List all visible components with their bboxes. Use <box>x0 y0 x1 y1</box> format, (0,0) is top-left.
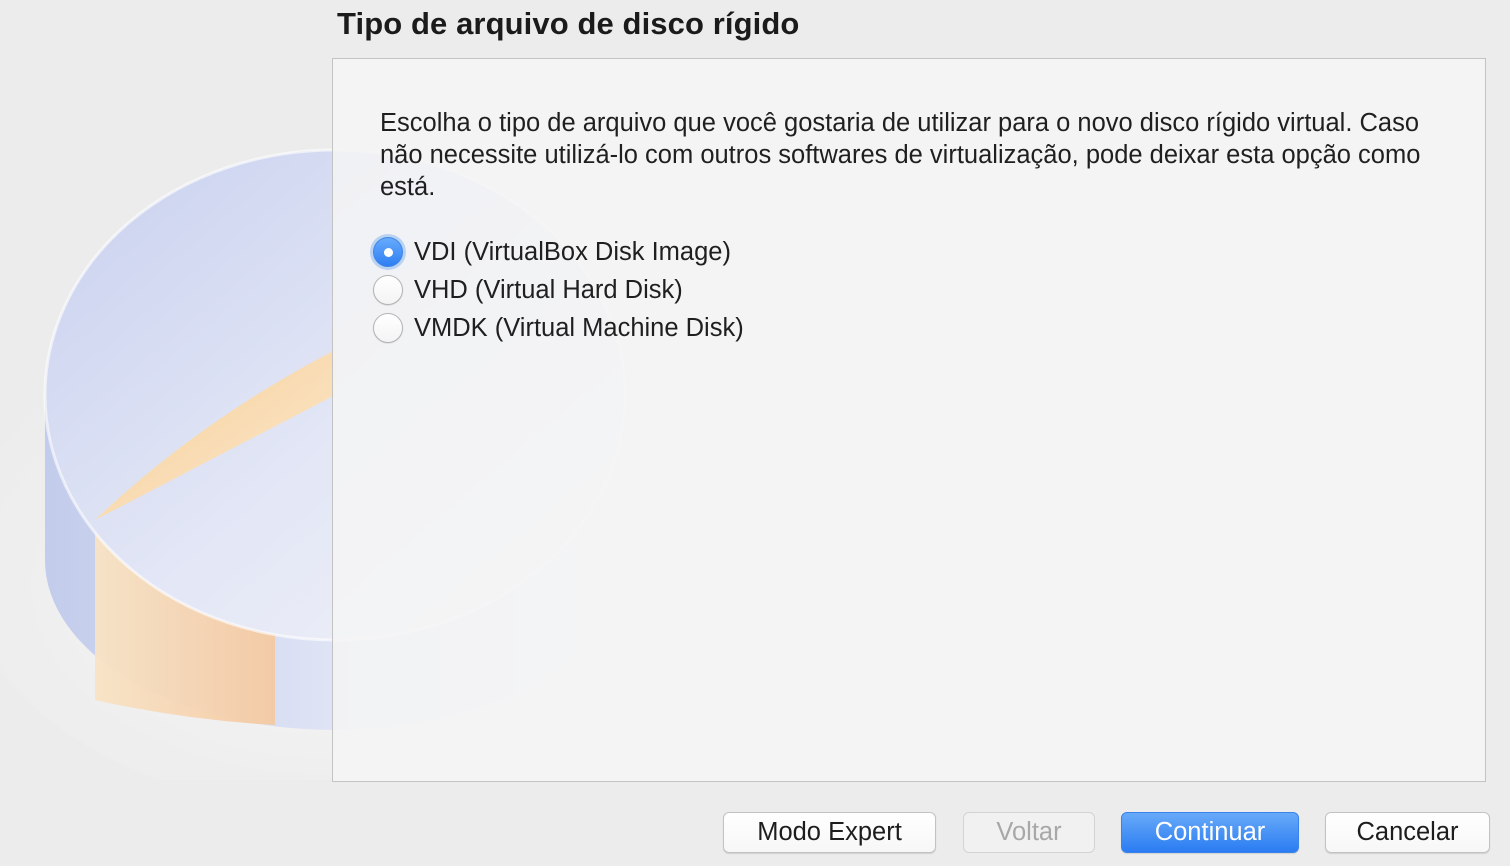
radio-button-unchecked[interactable] <box>373 275 403 305</box>
continue-button[interactable]: Continuar <box>1121 812 1299 853</box>
button-row: Modo Expert Voltar Continuar Cancelar <box>0 812 1510 854</box>
cancel-button[interactable]: Cancelar <box>1325 812 1490 853</box>
radio-label-vmdk[interactable]: VMDK (Virtual Machine Disk) <box>414 314 744 343</box>
radio-option-vdi[interactable]: VDI (VirtualBox Disk Image) <box>373 233 744 271</box>
radio-option-vmdk[interactable]: VMDK (Virtual Machine Disk) <box>373 309 744 347</box>
radio-button-unchecked[interactable] <box>373 313 403 343</box>
expert-mode-button[interactable]: Modo Expert <box>723 812 936 853</box>
radio-label-vdi[interactable]: VDI (VirtualBox Disk Image) <box>414 238 731 267</box>
radio-dot-icon <box>383 247 393 257</box>
page-title: Tipo de arquivo de disco rígido <box>337 6 800 41</box>
description-text: Escolha o tipo de arquivo que você gosta… <box>380 109 1421 201</box>
radio-option-vhd[interactable]: VHD (Virtual Hard Disk) <box>373 271 744 309</box>
radio-button-checked[interactable] <box>373 237 403 267</box>
content-panel: Escolha o tipo de arquivo que você gosta… <box>332 58 1486 782</box>
radio-label-vhd[interactable]: VHD (Virtual Hard Disk) <box>414 276 683 305</box>
back-button[interactable]: Voltar <box>963 812 1095 853</box>
disk-type-radio-group: VDI (VirtualBox Disk Image) VHD (Virtual… <box>373 233 744 347</box>
